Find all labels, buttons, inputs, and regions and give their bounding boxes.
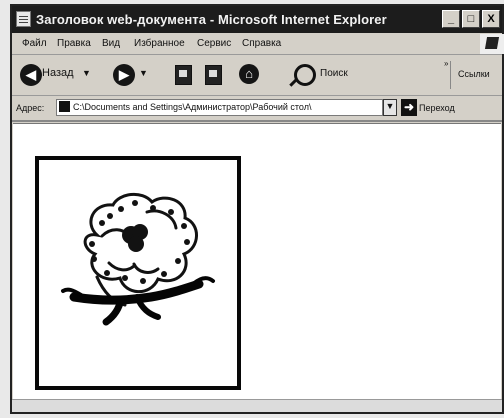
title-bar: Заголовок web-документа - Microsoft Inte… xyxy=(12,6,502,33)
maximize-button[interactable]: □ xyxy=(462,10,480,28)
refresh-icon[interactable] xyxy=(205,65,222,85)
close-button[interactable]: X xyxy=(482,10,500,28)
address-value: C:\Documents and Settings\Администратор\… xyxy=(73,102,312,112)
forward-arrow-icon[interactable]: ▶ xyxy=(113,64,135,86)
menu-tools[interactable]: Сервис xyxy=(197,34,231,54)
standard-toolbar: ◀ Назад ▼ ▶ ▼ ⌂ Поиск » Ссылки xyxy=(12,55,502,96)
menu-help[interactable]: Справка xyxy=(242,34,281,54)
home-icon[interactable]: ⌂ xyxy=(239,64,259,84)
go-arrow-icon[interactable]: ➜ xyxy=(401,99,417,116)
toolbar-separator xyxy=(450,61,451,89)
windows-logo-icon xyxy=(480,34,504,54)
forward-dropdown-icon[interactable]: ▼ xyxy=(139,68,148,78)
go-button-label[interactable]: Переход xyxy=(419,96,455,120)
page-icon xyxy=(59,101,70,112)
browser-icon xyxy=(16,11,31,27)
back-button-label[interactable]: Назад xyxy=(42,67,74,79)
web-page-content xyxy=(13,123,501,411)
framed-image xyxy=(35,156,241,390)
menu-edit[interactable]: Правка xyxy=(57,34,91,54)
address-dropdown-button[interactable]: ▼ xyxy=(383,99,397,116)
address-bar: Адрес: C:\Documents and Settings\Админис… xyxy=(12,96,502,122)
stop-icon[interactable] xyxy=(175,65,192,85)
minimize-button[interactable]: _ xyxy=(442,10,460,28)
menu-bar: Файл Правка Вид Избранное Сервис Справка xyxy=(12,34,504,55)
back-arrow-icon[interactable]: ◀ xyxy=(20,64,42,86)
address-label: Адрес: xyxy=(16,103,45,113)
back-dropdown-icon[interactable]: ▼ xyxy=(82,68,91,78)
menu-file[interactable]: Файл xyxy=(22,34,47,54)
links-button[interactable]: Ссылки xyxy=(458,69,490,79)
window-title: Заголовок web-документа - Microsoft Inte… xyxy=(36,12,387,27)
flower-image xyxy=(61,193,215,326)
address-field[interactable]: C:\Documents and Settings\Администратор\… xyxy=(56,99,383,116)
toolbar-overflow-icon[interactable]: » xyxy=(444,59,448,68)
browser-window: Заголовок web-документа - Microsoft Inte… xyxy=(10,4,504,414)
menu-view[interactable]: Вид xyxy=(102,34,120,54)
status-bar xyxy=(12,399,502,412)
menu-favorites[interactable]: Избранное xyxy=(134,34,185,54)
search-button-label[interactable]: Поиск xyxy=(320,68,348,79)
search-icon[interactable] xyxy=(294,64,316,86)
